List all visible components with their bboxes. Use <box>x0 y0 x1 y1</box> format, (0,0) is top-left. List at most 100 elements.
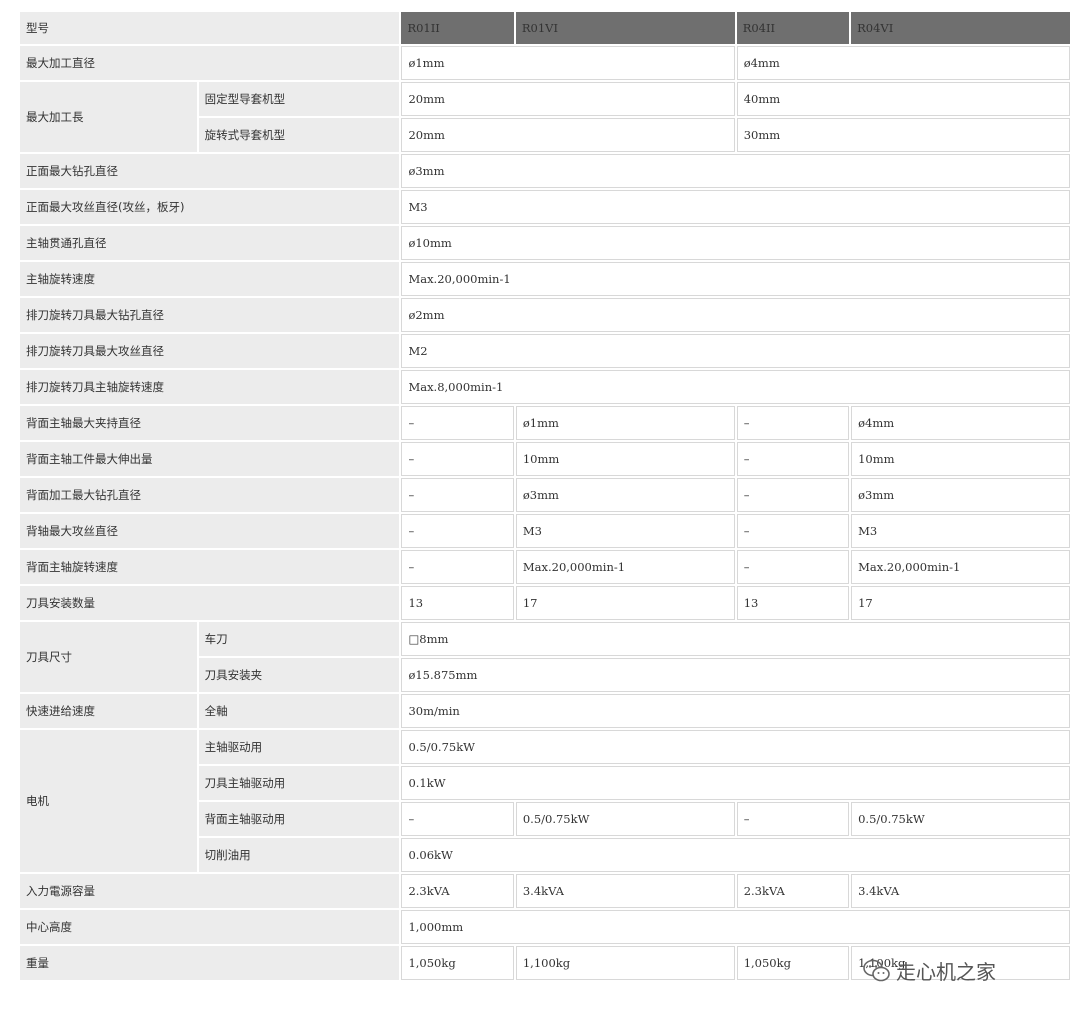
header-model-r01ii: R01II <box>401 12 514 44</box>
row-label: 刀具尺寸 <box>20 622 197 692</box>
table-row: 排刀旋转刀具最大攻丝直径 M2 <box>20 334 1070 368</box>
row-label: 最大加工長 <box>20 82 197 152</box>
table-row: 电机 主轴驱动用 0.5/0.75kW <box>20 730 1070 872</box>
cell-value: 10mm <box>851 442 1070 476</box>
header-label: 型号 <box>20 12 400 44</box>
table-row: 排刀旋转刀具最大钻孔直径 ø2mm <box>20 298 1070 332</box>
row-label: 排刀旋转刀具最大攻丝直径 <box>20 334 400 368</box>
table-row: 排刀旋转刀具主轴旋转速度 Max.8,000min-1 <box>20 370 1070 404</box>
cell-value: 13 <box>401 586 514 620</box>
row-sublabel: 切削油用 <box>198 838 400 872</box>
cell-value: ø1mm <box>401 46 735 80</box>
wechat-icon <box>863 959 890 981</box>
cell-value: Max.20,000min-1 <box>851 550 1070 584</box>
table-row: 背面主轴最大夹持直径 – ø1mm – ø4mm <box>20 406 1070 440</box>
cell-value: ø2mm <box>401 298 1070 332</box>
cell-value: ø3mm <box>401 154 1070 188</box>
table-row: 背轴最大攻丝直径 – M3 – M3 <box>20 514 1070 548</box>
cell-value: 30mm <box>736 118 1070 152</box>
cell-value: 0.06kW <box>401 838 1070 872</box>
cell-value: – <box>401 406 514 440</box>
cell-value: – <box>401 514 514 548</box>
table-row: 背面主轴旋转速度 – Max.20,000min-1 – Max.20,000m… <box>20 550 1070 584</box>
cell-value: ø3mm <box>851 478 1070 512</box>
cell-value: 17 <box>851 586 1070 620</box>
watermark: 走心机之家 <box>862 956 996 985</box>
row-label: 排刀旋转刀具主轴旋转速度 <box>20 370 400 404</box>
cell-value: 2.3kVA <box>401 874 514 908</box>
cell-value: – <box>736 550 850 584</box>
row-label: 重量 <box>20 946 400 980</box>
spec-table: 型号 R01II R01VI R04II R04VI 最大加工直径 ø1mm ø… <box>18 10 1072 982</box>
cell-value: 13 <box>736 586 850 620</box>
row-label: 背轴最大攻丝直径 <box>20 514 400 548</box>
header-model-r04ii: R04II <box>736 12 850 44</box>
row-label: 入力電源容量 <box>20 874 400 908</box>
cell-value: – <box>736 442 850 476</box>
cell-value: 40mm <box>736 82 1070 116</box>
row-sublabel: 背面主轴驱动用 <box>198 802 400 836</box>
cell-value: Max.20,000min-1 <box>515 550 735 584</box>
table-row: 最大加工長 固定型导套机型 20mm 40mm <box>20 82 1070 152</box>
table-row: 刀具安装数量 13 17 13 17 <box>20 586 1070 620</box>
cell-value: 0.5/0.75kW <box>515 802 735 836</box>
table-row: 正面最大钻孔直径 ø3mm <box>20 154 1070 188</box>
cell-value: Max.20,000min-1 <box>401 262 1070 296</box>
cell-value: 3.4kVA <box>515 874 735 908</box>
table-row: 正面最大攻丝直径(攻丝，板牙) M3 <box>20 190 1070 224</box>
cell-value: – <box>401 802 514 836</box>
row-sublabel: 刀具主轴驱动用 <box>198 766 400 800</box>
cell-value: ø4mm <box>736 46 1070 80</box>
row-label: 正面最大钻孔直径 <box>20 154 400 188</box>
cell-value: 0.5/0.75kW <box>401 730 1070 764</box>
row-label: 刀具安装数量 <box>20 586 400 620</box>
cell-value: – <box>401 442 514 476</box>
cell-value: – <box>401 550 514 584</box>
cell-value: 2.3kVA <box>736 874 850 908</box>
cell-value: – <box>736 406 850 440</box>
cell-value: 1,100kg <box>515 946 735 980</box>
cell-value: M3 <box>515 514 735 548</box>
cell-value: ø10mm <box>401 226 1070 260</box>
cell-value: – <box>736 802 850 836</box>
cell-value: ø3mm <box>515 478 735 512</box>
header-model-r01vi: R01VI <box>515 12 735 44</box>
row-label: 背面主轴工件最大伸出量 <box>20 442 400 476</box>
row-sublabel: 旋转式导套机型 <box>198 118 400 152</box>
row-sublabel: 固定型导套机型 <box>198 82 400 116</box>
cell-value: 1,050kg <box>401 946 514 980</box>
cell-value: ø1mm <box>515 406 735 440</box>
row-label: 电机 <box>20 730 197 872</box>
row-label: 最大加工直径 <box>20 46 400 80</box>
row-label: 背面主轴旋转速度 <box>20 550 400 584</box>
row-sublabel: 全軸 <box>198 694 400 728</box>
watermark-text: 走心机之家 <box>896 960 996 984</box>
cell-value: Max.8,000min-1 <box>401 370 1070 404</box>
row-label: 正面最大攻丝直径(攻丝，板牙) <box>20 190 400 224</box>
table-row: 刀具尺寸 车刀 □8mm <box>20 622 1070 692</box>
cell-value: – <box>736 478 850 512</box>
row-sublabel: 刀具安装夹 <box>198 658 400 692</box>
table-row: 主轴旋转速度 Max.20,000min-1 <box>20 262 1070 296</box>
cell-value: 20mm <box>401 82 735 116</box>
cell-value: 30m/min <box>401 694 1070 728</box>
cell-value: – <box>401 478 514 512</box>
row-label: 中心高度 <box>20 910 400 944</box>
table-row: 中心高度 1,000mm <box>20 910 1070 944</box>
row-label: 背面主轴最大夹持直径 <box>20 406 400 440</box>
cell-value: M3 <box>851 514 1070 548</box>
table-row: 背面主轴工件最大伸出量 – 10mm – 10mm <box>20 442 1070 476</box>
cell-value: 1,050kg <box>736 946 850 980</box>
header-model-r04vi: R04VI <box>851 12 1070 44</box>
row-label: 主轴贯通孔直径 <box>20 226 400 260</box>
row-label: 主轴旋转速度 <box>20 262 400 296</box>
row-sublabel: 车刀 <box>198 622 400 656</box>
row-label: 快速进给速度 <box>20 694 197 728</box>
cell-value: 0.1kW <box>401 766 1070 800</box>
cell-value: 3.4kVA <box>851 874 1070 908</box>
row-label: 排刀旋转刀具最大钻孔直径 <box>20 298 400 332</box>
table-row: 背面加工最大钻孔直径 – ø3mm – ø3mm <box>20 478 1070 512</box>
table-row: 主轴贯通孔直径 ø10mm <box>20 226 1070 260</box>
cell-value: ø15.875mm <box>401 658 1070 692</box>
cell-value: – <box>736 514 850 548</box>
